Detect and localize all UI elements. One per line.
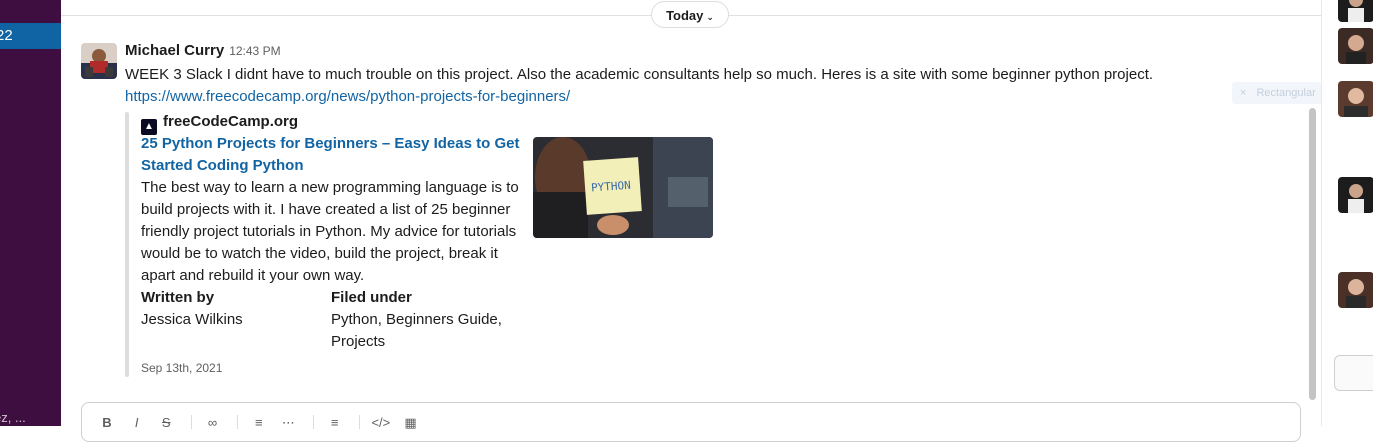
date-divider-button[interactable]: Today ⌄ xyxy=(651,1,729,28)
right-panel xyxy=(1321,0,1373,426)
message-text: WEEK 3 Slack I didnt have to much troubl… xyxy=(125,66,1154,83)
sidebar-item-active[interactable]: 22 xyxy=(0,23,61,49)
formatting-toolbar: B I S ∞ ≡ ⋯ ≡ </> ▦ xyxy=(96,415,426,431)
avatar[interactable] xyxy=(1338,177,1373,213)
avatar[interactable] xyxy=(1338,0,1373,22)
close-icon: × xyxy=(1240,87,1247,99)
preview-site-row: ▲ freeCodeCamp.org xyxy=(141,111,298,135)
filed-under-label: Filed under xyxy=(331,289,412,306)
ordered-list-icon[interactable]: ≡ xyxy=(248,415,270,430)
avatar[interactable] xyxy=(1338,81,1373,117)
message-header: Michael Curry 12:43 PM xyxy=(125,42,281,60)
preview-site-name[interactable]: freeCodeCamp.org xyxy=(163,113,298,130)
preview-thumbnail[interactable]: PYTHON xyxy=(533,137,713,238)
sidebar-item-label: 22 xyxy=(0,27,13,44)
chevron-down-icon: ⌄ xyxy=(706,12,714,22)
filed-under-value: Python, Beginners Guide, Projects xyxy=(331,311,502,350)
strikethrough-icon[interactable]: S xyxy=(155,415,177,430)
scrollbar-thumb[interactable] xyxy=(1309,108,1316,400)
written-by-value: Jessica Wilkins xyxy=(141,311,243,328)
ghost-tooltip-label: Rectangular xyxy=(1256,87,1316,99)
bold-icon[interactable]: B xyxy=(96,415,118,430)
link-icon[interactable]: ∞ xyxy=(202,415,224,430)
avatar[interactable] xyxy=(1338,272,1373,308)
author-name[interactable]: Michael Curry xyxy=(125,42,224,59)
message-pane: Today ⌄ Michael Curry 12:43 PM WEEK 3 Slac… xyxy=(61,0,1322,442)
bullet-list-icon[interactable]: ⋯ xyxy=(277,415,299,431)
ghost-tooltip: × Rectangular xyxy=(1232,82,1322,104)
blockquote-icon[interactable]: ≡ xyxy=(324,415,346,430)
unfurl-accent-bar xyxy=(125,112,129,377)
toolbar-divider xyxy=(190,415,192,429)
code-icon[interactable]: </> xyxy=(370,415,392,430)
panel-input-box[interactable] xyxy=(1334,355,1373,391)
toolbar-divider xyxy=(237,415,239,429)
message-composer[interactable]: B I S ∞ ≡ ⋯ ≡ </> ▦ xyxy=(81,402,1301,442)
avatar[interactable] xyxy=(1338,28,1373,64)
preview-title[interactable]: 25 Python Projects for Beginners – Easy … xyxy=(141,133,521,177)
workspace-sidebar: 22 ez, ... xyxy=(0,0,61,426)
toolbar-divider xyxy=(313,415,314,429)
preview-description: The best way to learn a new programming … xyxy=(141,179,519,284)
message-link[interactable]: https://www.freecodecamp.org/news/python… xyxy=(125,86,570,108)
written-by-label: Written by xyxy=(141,289,215,306)
code-block-icon[interactable]: ▦ xyxy=(400,415,422,431)
thumbnail-python-text: PYTHON xyxy=(591,179,632,195)
message-timestamp[interactable]: 12:43 PM xyxy=(229,44,280,58)
preview-date: Sep 13th, 2021 xyxy=(141,361,223,375)
sidebar-item-bottom[interactable]: ez, ... xyxy=(0,410,26,425)
date-divider-label: Today xyxy=(666,8,704,23)
avatar[interactable] xyxy=(81,43,117,79)
italic-icon[interactable]: I xyxy=(126,415,148,430)
toolbar-divider xyxy=(359,415,361,429)
